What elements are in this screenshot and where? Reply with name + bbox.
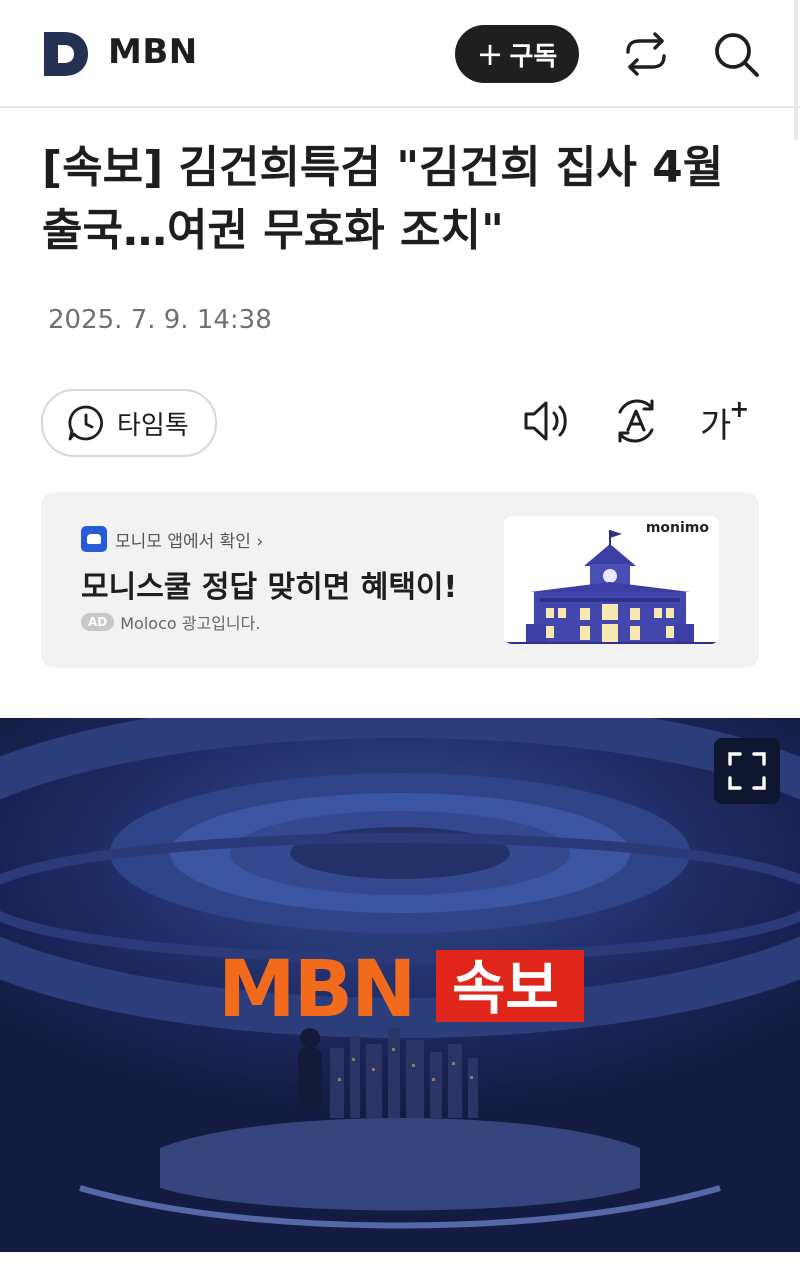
subscribe-button[interactable]: + 구독 <box>455 25 579 83</box>
daum-logo-icon[interactable] <box>42 30 90 78</box>
monimo-app-icon <box>81 526 107 552</box>
ad-image-brand: monimo <box>645 520 709 536</box>
banner-brand: MBN <box>218 945 414 1035</box>
share-icon[interactable] <box>622 30 670 78</box>
scroll-indicator <box>794 0 798 140</box>
ad-banner[interactable]: 모니모 앱에서 확인 › 모니스쿨 정답 맞히면 혜택이! AD Moloco … <box>41 492 759 668</box>
article-headline: [속보] 김건희특검 "김건희 집사 4월 출국…여권 무효화 조치" <box>42 142 724 256</box>
font-size-label: 가 <box>700 406 732 446</box>
article-date: 2025. 7. 9. 14:38 <box>48 305 272 335</box>
video-player[interactable]: MBN 속보 <box>0 718 800 1252</box>
timetalk-button[interactable]: 타임톡 <box>41 389 217 457</box>
banner-label: 속보 <box>452 954 559 1022</box>
search-icon[interactable] <box>712 30 760 78</box>
plus-icon: + <box>476 35 504 73</box>
fullscreen-button[interactable] <box>714 738 780 804</box>
ad-sponsor-line: AD Moloco 광고입니다. <box>81 610 260 634</box>
ad-headline[interactable]: 모니스쿨 정답 맞히면 혜택이! <box>81 562 457 606</box>
font-size-button[interactable]: 가+ <box>700 394 750 447</box>
ad-app-link-text: 모니모 앱에서 확인 › <box>115 531 264 552</box>
ad-app-link[interactable]: 모니모 앱에서 확인 › <box>81 526 263 552</box>
speaker-icon[interactable] <box>522 398 570 444</box>
auto-translate-icon[interactable] <box>612 398 660 444</box>
subscribe-label: 구독 <box>509 41 558 72</box>
app-header: MBN + 구독 <box>0 0 800 140</box>
ad-badge: AD <box>81 613 115 631</box>
fullscreen-icon <box>728 752 766 790</box>
font-size-plus: + <box>729 394 750 423</box>
ad-image[interactable]: monimo <box>504 516 719 644</box>
studio-background: MBN 속보 <box>0 718 800 1229</box>
ad-sponsor-text: Moloco 광고입니다. <box>120 614 261 633</box>
timetalk-label: 타임톡 <box>117 410 189 441</box>
press-name[interactable]: MBN <box>108 32 198 72</box>
clock-chat-icon <box>68 405 103 441</box>
